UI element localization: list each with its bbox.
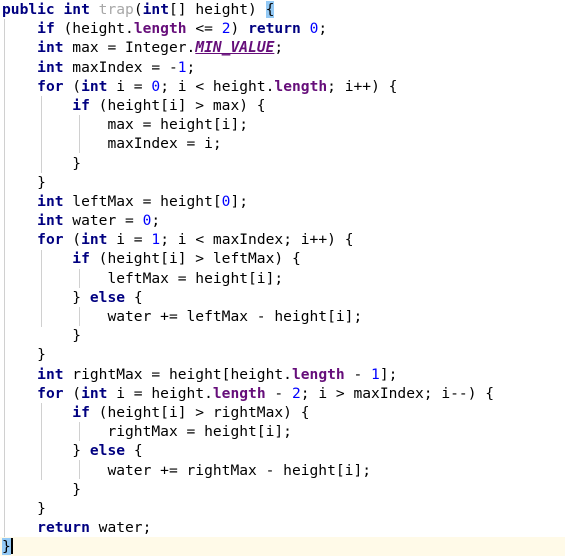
code-line[interactable]: leftMax = height[i]; [0, 269, 565, 288]
keyword-public: public [2, 1, 55, 18]
code-line[interactable]: if (height[i] > leftMax) { [0, 249, 565, 268]
code-line-content: if (height[i] > leftMax) { [72, 250, 301, 268]
keyword-for: for [37, 77, 64, 95]
code-line-content: int water = 0; [37, 212, 161, 230]
code-line-content: for (int i = 0; i < height.length; i++) … [37, 77, 398, 95]
code-line-content: water += rightMax - height[i]; [107, 461, 372, 479]
code-line-content: } [72, 327, 82, 345]
number-literal: 2 [291, 384, 301, 402]
code-line-content: if (height.length <= 2) return 0; [37, 20, 328, 38]
code-line-content: if (height[i] > rightMax) { [72, 403, 310, 421]
field-length: length [212, 384, 266, 402]
code-line-content: } [72, 480, 82, 498]
code-line[interactable]: int rightMax = height[height.length - 1]… [0, 365, 565, 384]
code-line[interactable]: } [0, 480, 565, 499]
code-line[interactable]: return water; [0, 518, 565, 537]
code-line[interactable]: } else { [0, 288, 565, 307]
keyword-else: else [89, 288, 126, 306]
code-line[interactable]: for (int i = 1; i < maxIndex; i++) { [0, 230, 565, 249]
code-line-content: leftMax = height[i]; [107, 269, 284, 287]
code-line[interactable]: water += rightMax - height[i]; [0, 461, 565, 480]
matched-close-brace: } [2, 538, 11, 556]
code-line-content: } else { [72, 288, 143, 306]
keyword-int: int [63, 1, 90, 18]
keyword-if: if [72, 403, 90, 421]
code-line-content: int max = Integer.MIN_VALUE; [37, 39, 284, 57]
field-length: length [274, 77, 328, 95]
code-line[interactable]: if (height[i] > max) { [0, 96, 565, 115]
matched-open-brace: { [265, 1, 275, 18]
code-line[interactable]: } [0, 345, 565, 364]
code-line-content: public int trap(int[] height) { [2, 1, 275, 18]
keyword-int-param: int [142, 1, 169, 18]
code-line-content: maxIndex = i; [107, 135, 222, 153]
keyword-for: for [37, 384, 64, 402]
keyword-else: else [89, 442, 126, 460]
code-line[interactable]: max = height[i]; [0, 115, 565, 134]
code-line[interactable]: for (int i = height.length - 2; i > maxI… [0, 384, 565, 403]
keyword-int: int [37, 39, 64, 57]
keyword-return: return [37, 519, 90, 537]
code-line-content: int leftMax = height[0]; [37, 192, 249, 210]
code-line[interactable]: public int trap(int[] height) { [0, 0, 565, 19]
keyword-for: for [37, 231, 64, 249]
code-editor[interactable]: public int trap(int[] height) { if (heig… [0, 0, 565, 560]
number-literal: 1 [371, 365, 380, 383]
code-line-content: rightMax = height[i]; [107, 423, 292, 441]
code-line-content: } [72, 154, 82, 172]
code-line-content: for (int i = 1; i < maxIndex; i++) { [37, 231, 354, 249]
keyword-int: int [81, 231, 108, 249]
code-line[interactable]: maxIndex = i; [0, 134, 565, 153]
code-line[interactable]: } [0, 154, 565, 173]
text-caret [10, 538, 13, 555]
code-line-content: } [0, 537, 13, 556]
field-length: length [291, 365, 345, 383]
code-line[interactable]: int max = Integer.MIN_VALUE; [0, 38, 565, 57]
keyword-int: int [81, 384, 108, 402]
code-line-content: int maxIndex = -1; [37, 58, 196, 76]
field-length: length [133, 20, 187, 38]
code-line[interactable]: if (height[i] > rightMax) { [0, 403, 565, 422]
code-line[interactable]: if (height.length <= 2) return 0; [0, 19, 565, 38]
code-line-content: for (int i = height.length - 2; i > maxI… [37, 384, 495, 402]
code-line[interactable]: rightMax = height[i]; [0, 422, 565, 441]
code-line-content: } [37, 346, 46, 364]
code-line-content: return water; [37, 519, 152, 537]
number-literal: 0 [151, 77, 161, 95]
code-line-current[interactable]: } [0, 537, 565, 557]
code-line[interactable]: } [0, 173, 565, 192]
code-line-content: } [37, 173, 46, 191]
code-line-content: } else { [72, 442, 143, 460]
code-line[interactable]: water += leftMax - height[i]; [0, 307, 565, 326]
static-field-min-value: MIN_VALUE [195, 39, 275, 57]
keyword-if: if [37, 20, 55, 38]
code-line-content: if (height[i] > max) { [72, 96, 266, 114]
method-name-trap[interactable]: trap [99, 1, 134, 18]
keyword-int: int [37, 192, 64, 210]
keyword-int: int [37, 365, 64, 383]
keyword-if: if [72, 250, 90, 268]
code-line[interactable]: } else { [0, 441, 565, 460]
code-line[interactable]: } [0, 326, 565, 345]
number-literal: 1 [151, 231, 161, 249]
keyword-int: int [37, 58, 64, 76]
code-line-content: water += leftMax - height[i]; [107, 308, 363, 325]
keyword-int: int [37, 212, 64, 230]
keyword-int: int [81, 77, 108, 95]
code-line[interactable]: } [0, 499, 565, 518]
number-literal: 1 [177, 58, 187, 76]
keyword-return: return [248, 20, 301, 38]
code-line[interactable]: int water = 0; [0, 211, 565, 230]
code-line[interactable]: int leftMax = height[0]; [0, 192, 565, 211]
code-line[interactable]: int maxIndex = -1; [0, 58, 565, 77]
code-line-content: max = height[i]; [107, 116, 249, 134]
code-line-content: } [37, 499, 46, 517]
keyword-if: if [72, 96, 90, 114]
code-line[interactable]: for (int i = 0; i < height.length; i++) … [0, 77, 565, 96]
code-line-content: int rightMax = height[height.length - 1]… [37, 365, 398, 383]
